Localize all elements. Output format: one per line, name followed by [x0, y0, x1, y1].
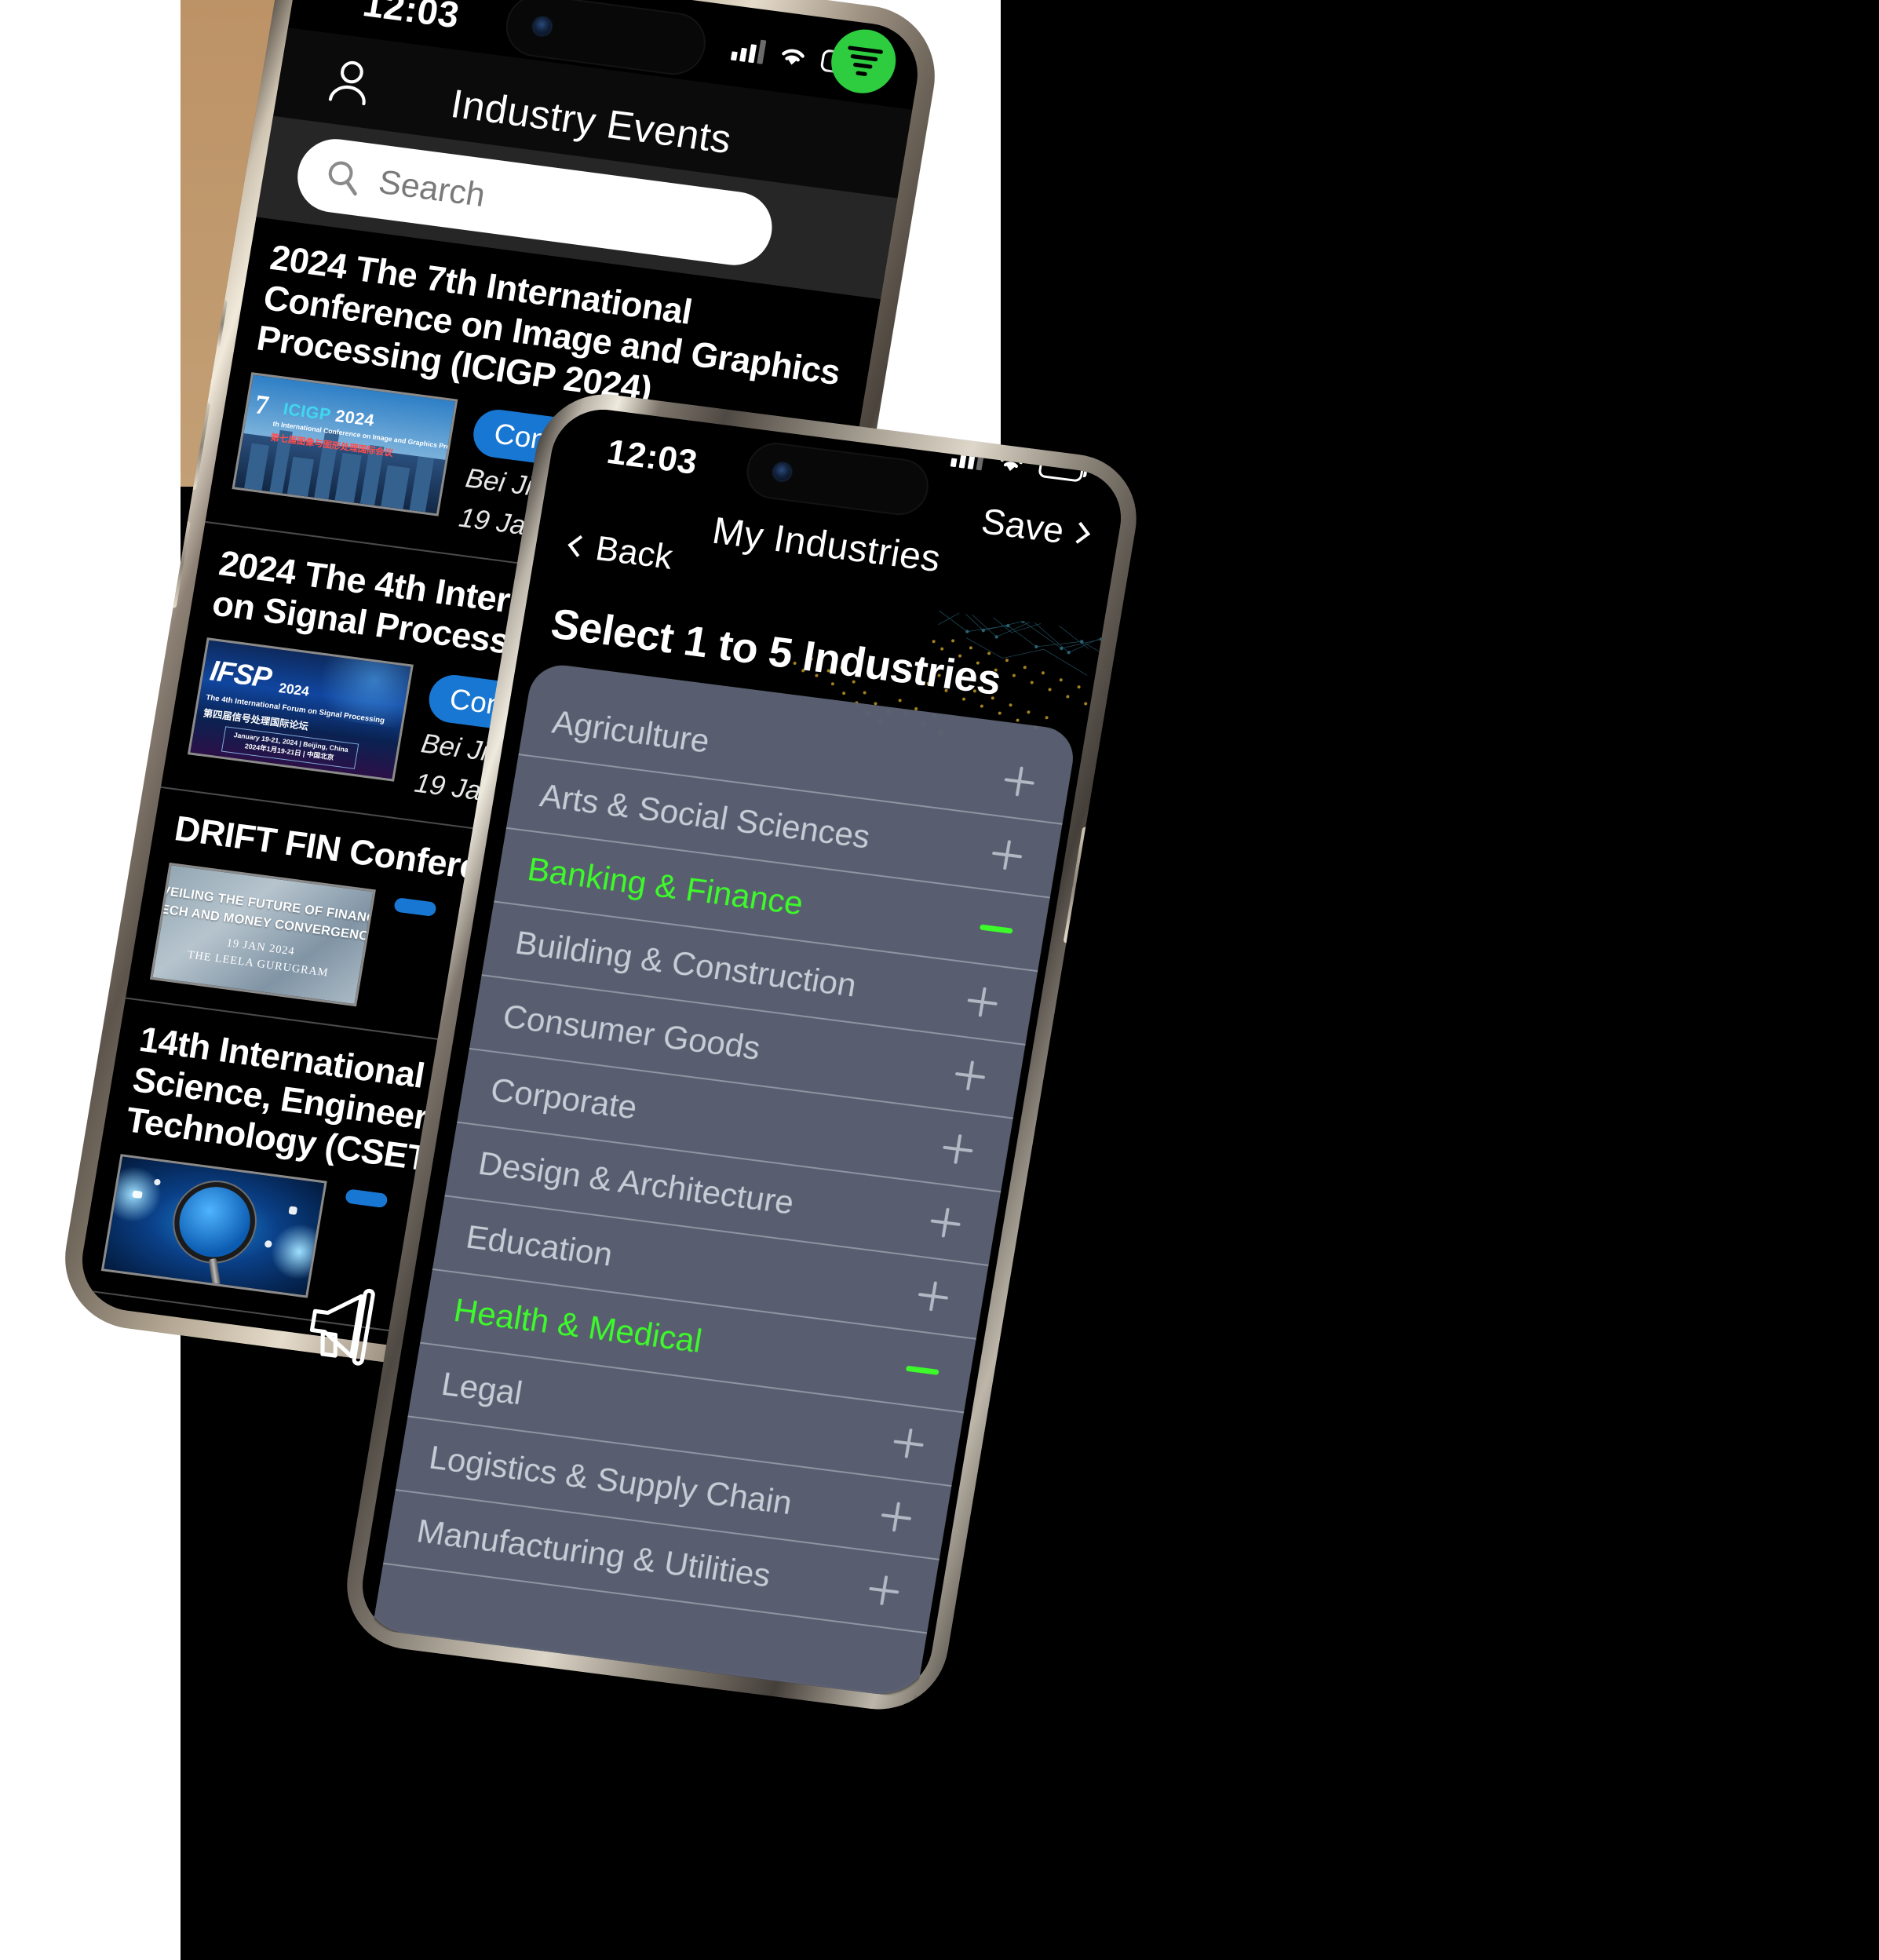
industry-label: Consumer Goods	[500, 996, 764, 1067]
search-icon	[328, 161, 357, 196]
industry-label: Education	[463, 1217, 615, 1273]
plus-icon[interactable]	[916, 1279, 950, 1312]
thumb-year: 2024	[277, 680, 311, 699]
plus-icon[interactable]	[879, 1500, 914, 1533]
cellular-bars-icon	[730, 36, 767, 64]
filter-lines-icon	[843, 42, 884, 82]
plus-icon[interactable]	[1002, 765, 1037, 798]
event-thumbnail: 7 ICIGP 2024 th International Conference…	[232, 372, 458, 516]
thumb-acronym: IFSP	[207, 653, 274, 695]
event-category-badge[interactable]	[393, 897, 437, 918]
front-camera-icon	[772, 462, 793, 482]
industry-label: Agriculture	[549, 703, 713, 759]
search-placeholder: Search	[376, 162, 488, 214]
plus-icon[interactable]	[965, 985, 1000, 1018]
event-thumbnail	[100, 1154, 327, 1298]
plus-icon[interactable]	[867, 1573, 901, 1606]
status-time: 12:03	[359, 0, 463, 36]
minus-icon[interactable]	[977, 911, 1012, 944]
plus-icon[interactable]	[892, 1426, 926, 1459]
industry-label: Legal	[439, 1364, 526, 1411]
front-camera-icon	[531, 16, 553, 37]
minus-icon[interactable]	[903, 1352, 938, 1385]
industry-label: Corporate	[488, 1070, 640, 1126]
plus-icon[interactable]	[953, 1059, 987, 1092]
plus-icon[interactable]	[940, 1132, 975, 1165]
event-thumbnail: UNVEILING THE FUTURE OF FINANCE : TECH A…	[149, 863, 376, 1007]
wifi-icon	[782, 49, 805, 65]
industry-label: Health & Medical	[451, 1290, 705, 1360]
plus-icon[interactable]	[990, 838, 1024, 871]
status-time: 12:03	[604, 432, 701, 482]
event-thumbnail: IFSP 2024 The 4th International Forum on…	[187, 637, 414, 782]
event-category-badge[interactable]	[344, 1188, 389, 1209]
dynamic-island	[742, 439, 933, 519]
plus-icon[interactable]	[929, 1206, 963, 1239]
dynamic-island	[501, 0, 710, 79]
